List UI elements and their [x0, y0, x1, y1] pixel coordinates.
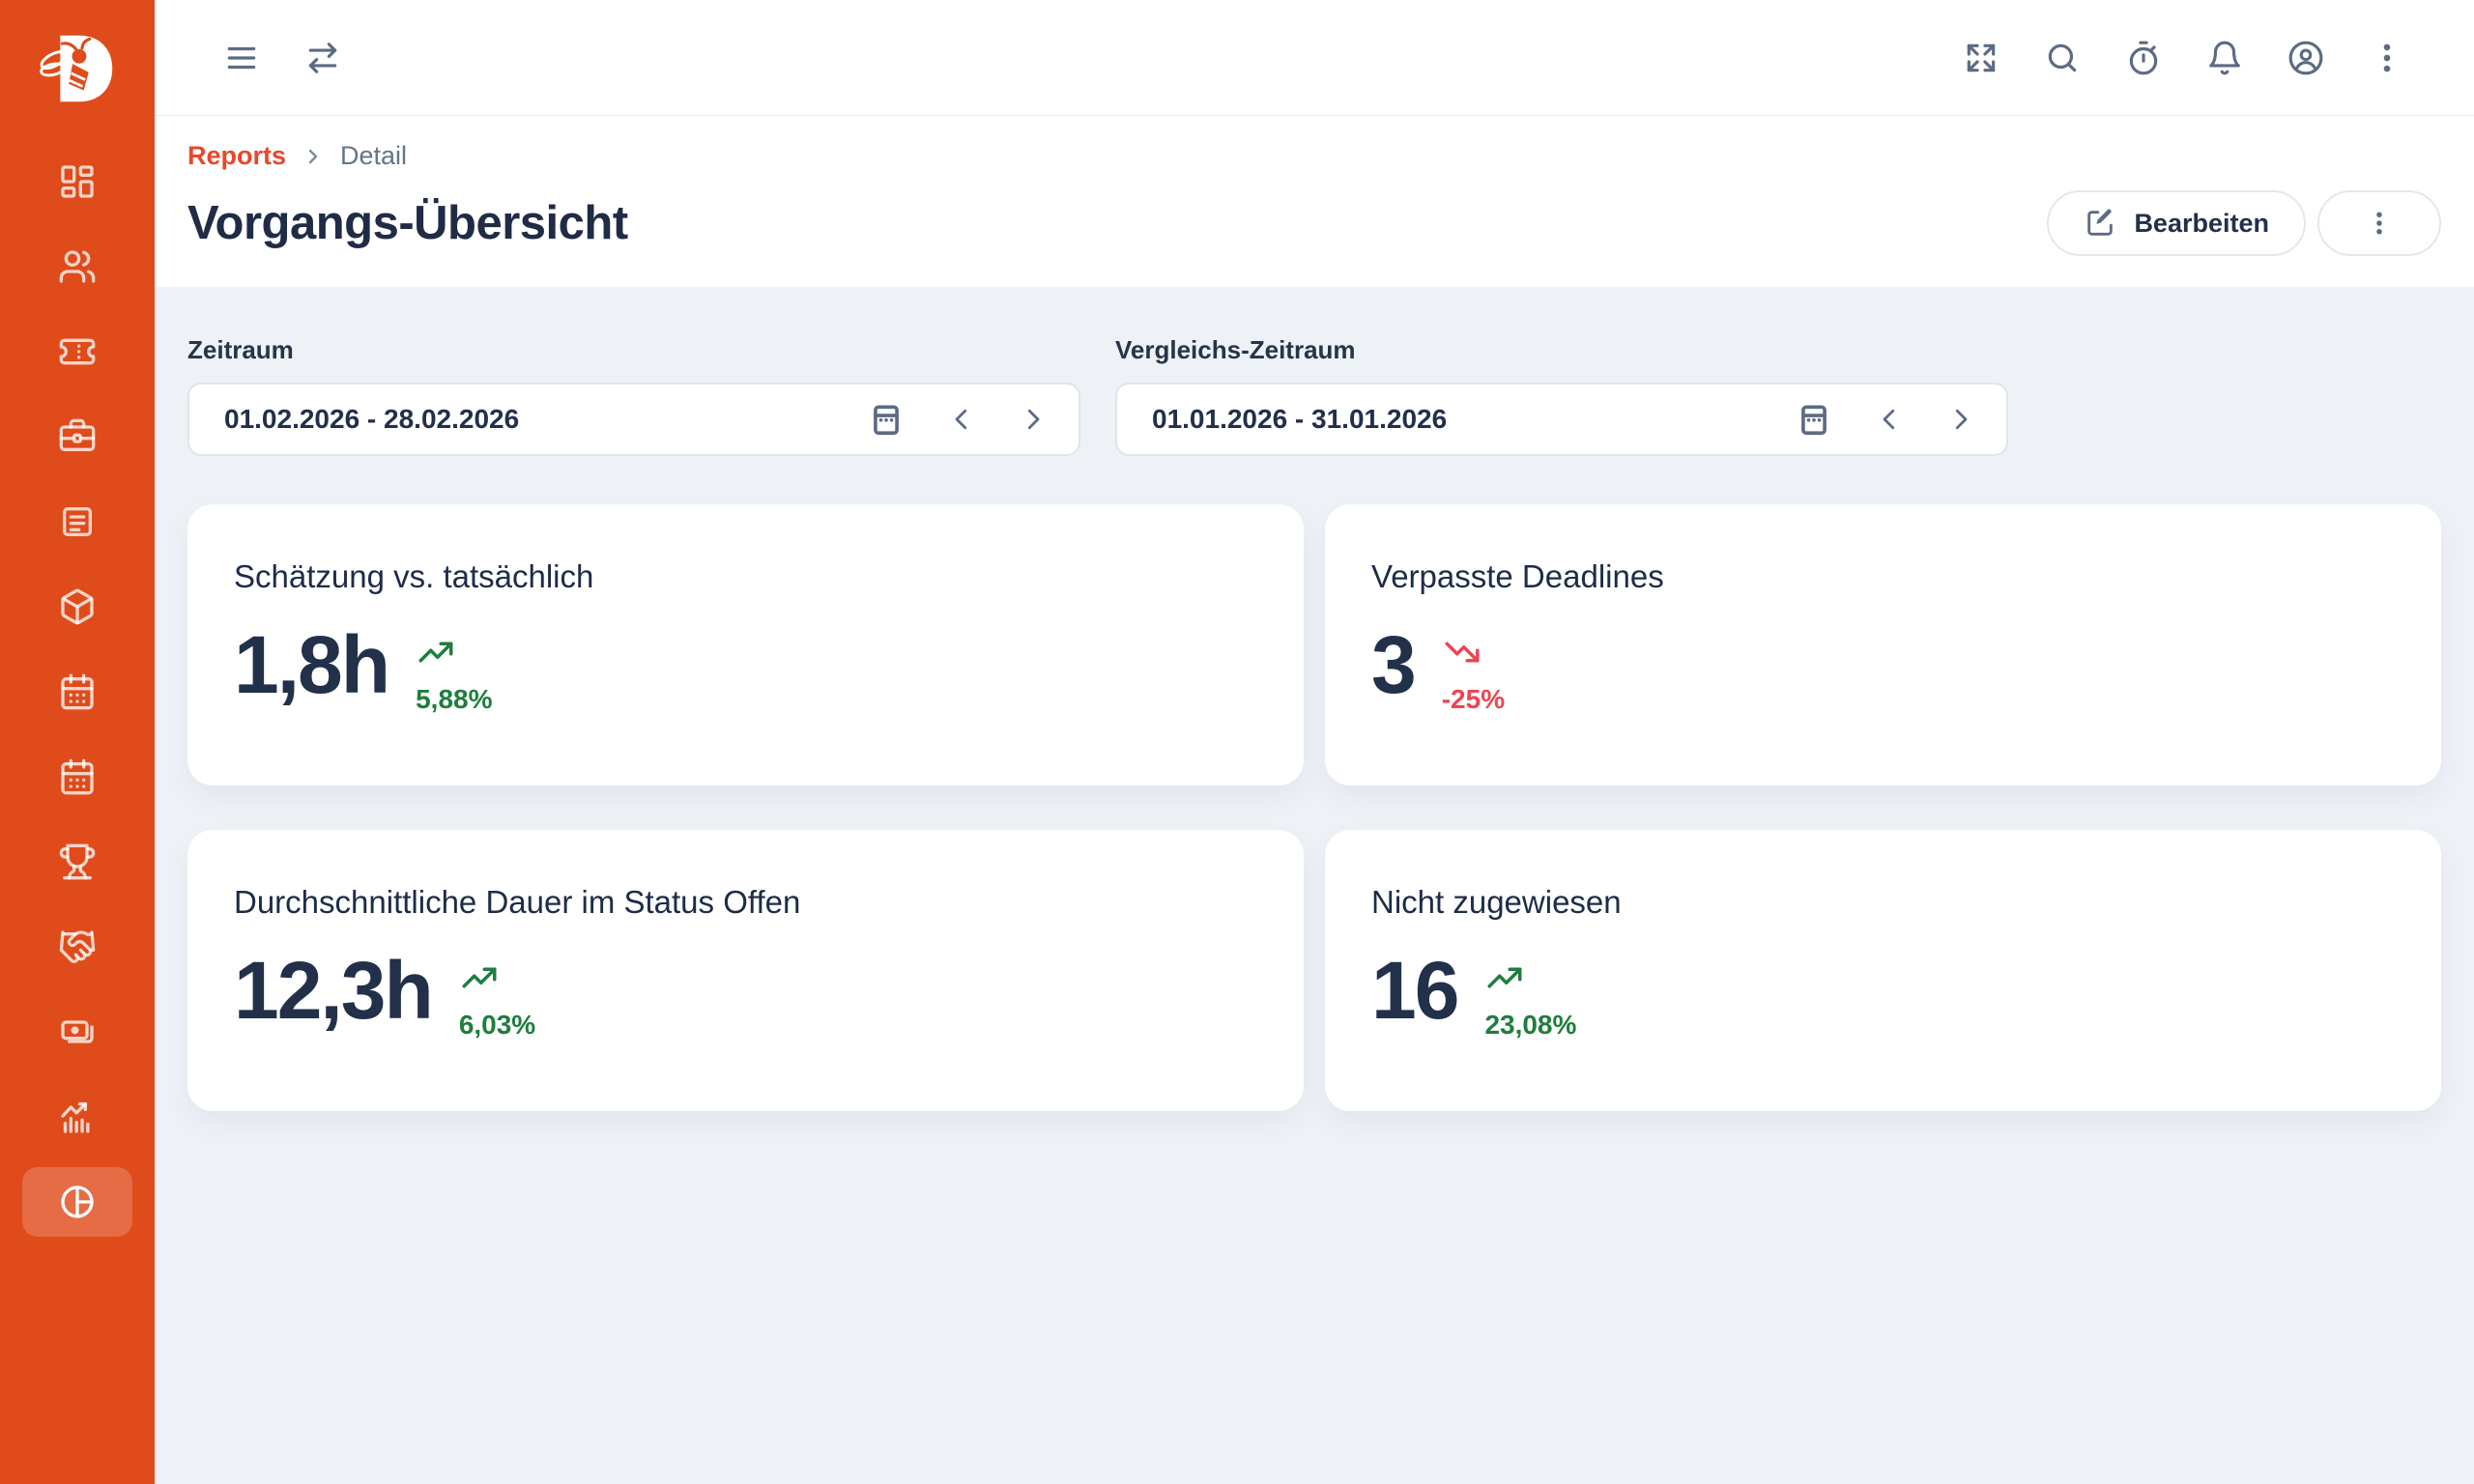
sidebar-item-users[interactable]	[22, 232, 132, 301]
sidebar-item-achievements[interactable]	[22, 827, 132, 897]
fullscreen-icon[interactable]	[1962, 39, 2000, 77]
sidebar-item-reports[interactable]	[22, 1167, 132, 1237]
calendar-alt-icon	[58, 757, 97, 796]
bee-d-logo[interactable]	[32, 23, 123, 114]
chart-icon	[58, 1098, 97, 1136]
filters: Zeitraum 01.02.2026 - 28.02.2026	[187, 335, 2441, 456]
trend-up-icon	[1484, 957, 1525, 998]
breadcrumb: Reports Detail	[187, 141, 2441, 171]
kebab-icon[interactable]	[2368, 39, 2406, 77]
comparison-controls	[1796, 401, 1975, 438]
users-icon	[58, 247, 97, 286]
breadcrumb-reports-link[interactable]: Reports	[187, 141, 286, 171]
trend-up-icon	[459, 957, 500, 998]
sidebar-item-calendar[interactable]	[22, 657, 132, 727]
period-range-input[interactable]: 01.02.2026 - 28.02.2026	[187, 383, 1080, 456]
main-area: Reports Detail Vorgangs-Übersicht Bearbe…	[155, 0, 2474, 1484]
calendar-icon[interactable]	[1796, 401, 1832, 438]
kpi-card-estimate-vs-actual: Schätzung vs. tatsächlich 1,8h 5,88%	[187, 504, 1304, 785]
dashboard-icon	[58, 162, 97, 201]
chevron-left-icon[interactable]	[947, 405, 976, 434]
notes-icon	[58, 502, 97, 541]
kpi-card-avg-open-duration: Durchschnittliche Dauer im Status Offen …	[187, 830, 1304, 1111]
package-icon	[58, 587, 97, 626]
kpi-card-value: 12,3h	[234, 950, 432, 1033]
edit-button[interactable]: Bearbeiten	[2047, 190, 2306, 256]
period-controls	[868, 401, 1048, 438]
kpi-card-unassigned: Nicht zugewiesen 16 23,08%	[1325, 830, 2441, 1111]
sidebar-item-notes[interactable]	[22, 487, 132, 556]
chevron-right-icon[interactable]	[1019, 405, 1048, 434]
filter-comparison: Vergleichs-Zeitraum 01.01.2026 - 31.01.2…	[1115, 335, 2008, 456]
comparison-range-value: 01.01.2026 - 31.01.2026	[1152, 404, 1447, 435]
kpi-card-change: 5,88%	[416, 684, 492, 715]
kpi-card-value: 3	[1371, 624, 1415, 707]
search-icon[interactable]	[2043, 39, 2082, 77]
page-title: Vorgangs-Übersicht	[187, 196, 628, 250]
calendar-icon[interactable]	[868, 401, 905, 438]
app-root: Reports Detail Vorgangs-Übersicht Bearbe…	[0, 0, 2474, 1484]
banknote-icon	[58, 1013, 97, 1051]
edit-button-label: Bearbeiten	[2134, 209, 2269, 239]
kpi-card-title: Verpasste Deadlines	[1371, 558, 2395, 595]
chevron-right-icon[interactable]	[1946, 405, 1975, 434]
bell-icon[interactable]	[2205, 39, 2244, 77]
sidebar-item-projects[interactable]	[22, 402, 132, 471]
chevron-right-icon	[302, 145, 325, 168]
topbar	[155, 0, 2474, 116]
content: Zeitraum 01.02.2026 - 28.02.2026	[155, 287, 2474, 1484]
sidebar-item-calendar-alt[interactable]	[22, 742, 132, 812]
filter-period: Zeitraum 01.02.2026 - 28.02.2026	[187, 335, 1080, 456]
sidebar-nav	[22, 147, 132, 1237]
period-label: Zeitraum	[187, 335, 1080, 365]
page-header: Reports Detail Vorgangs-Übersicht Bearbe…	[155, 116, 2474, 287]
period-range-value: 01.02.2026 - 28.02.2026	[224, 404, 519, 435]
trend-up-icon	[416, 632, 456, 672]
swap-icon[interactable]	[303, 39, 342, 77]
kpi-cards: Schätzung vs. tatsächlich 1,8h 5,88% Ver…	[187, 504, 2441, 1111]
chevron-left-icon[interactable]	[1875, 405, 1904, 434]
sidebar-item-statistics[interactable]	[22, 1082, 132, 1152]
handshake-icon	[58, 928, 97, 966]
briefcase-icon	[58, 417, 97, 456]
user-icon[interactable]	[2287, 39, 2325, 77]
trophy-icon	[58, 842, 97, 881]
topbar-right	[1962, 39, 2406, 77]
kebab-icon	[2365, 209, 2394, 238]
page-more-button[interactable]	[2317, 190, 2441, 256]
edit-pencil-icon	[2084, 207, 2116, 240]
timer-icon[interactable]	[2124, 39, 2163, 77]
ticket-icon	[58, 332, 97, 371]
kpi-card-change: 6,03%	[459, 1010, 535, 1041]
sidebar-item-payments[interactable]	[22, 997, 132, 1067]
trend-down-icon	[1442, 632, 1482, 672]
kpi-card-value: 1,8h	[234, 624, 388, 707]
kpi-card-title: Schätzung vs. tatsächlich	[234, 558, 1257, 595]
pie-chart-icon	[58, 1183, 97, 1221]
header-row: Vorgangs-Übersicht Bearbeiten	[187, 190, 2441, 256]
breadcrumb-current: Detail	[340, 141, 407, 171]
sidebar-item-partners[interactable]	[22, 912, 132, 982]
sidebar-item-tickets[interactable]	[22, 317, 132, 386]
topbar-left	[222, 39, 342, 77]
calendar-icon	[58, 672, 97, 711]
kpi-card-missed-deadlines: Verpasste Deadlines 3 -25%	[1325, 504, 2441, 785]
sidebar-item-dashboard[interactable]	[22, 147, 132, 216]
menu-icon[interactable]	[222, 39, 261, 77]
header-actions: Bearbeiten	[2047, 190, 2441, 256]
sidebar	[0, 0, 155, 1484]
kpi-card-title: Durchschnittliche Dauer im Status Offen	[234, 884, 1257, 921]
kpi-card-change: 23,08%	[1484, 1010, 1576, 1041]
sidebar-item-packages[interactable]	[22, 572, 132, 642]
comparison-label: Vergleichs-Zeitraum	[1115, 335, 2008, 365]
comparison-range-input[interactable]: 01.01.2026 - 31.01.2026	[1115, 383, 2008, 456]
kpi-card-title: Nicht zugewiesen	[1371, 884, 2395, 921]
kpi-card-value: 16	[1371, 950, 1457, 1033]
kpi-card-change: -25%	[1442, 684, 1505, 715]
